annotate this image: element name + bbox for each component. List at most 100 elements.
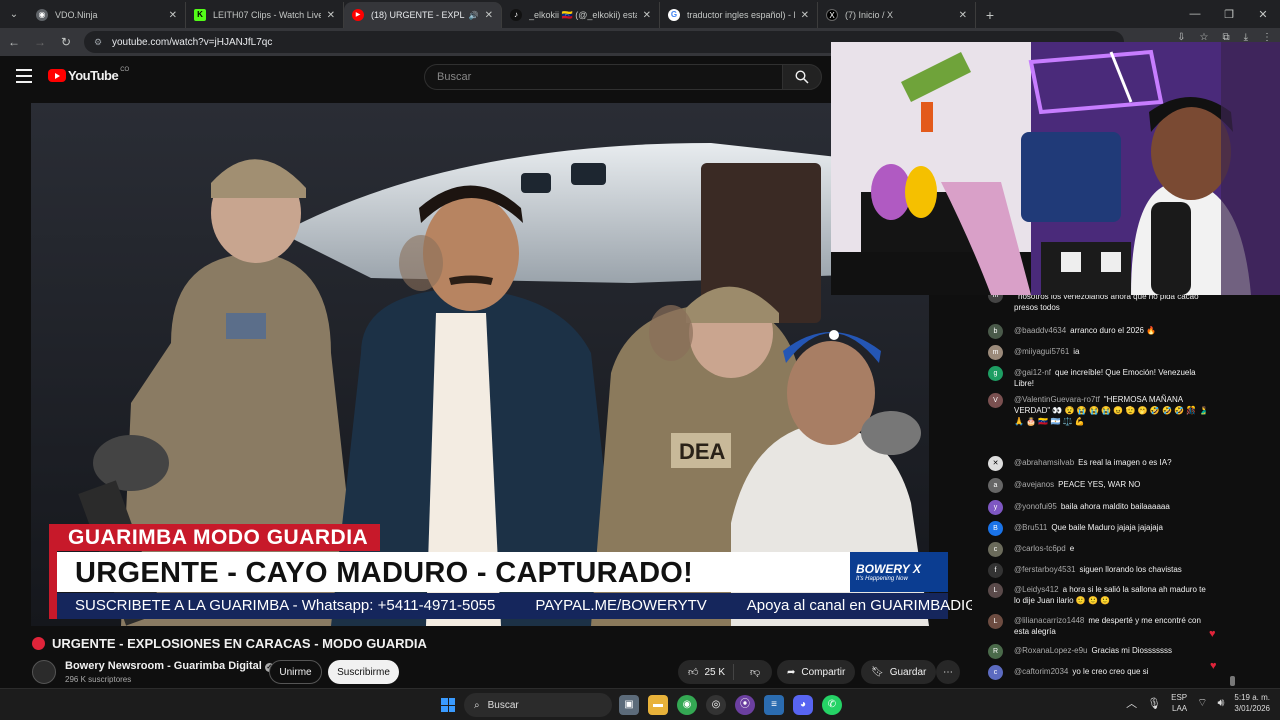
language-indicator[interactable]: ESP LAA (1171, 692, 1187, 714)
taskbar-search[interactable]: ⌕ Buscar (464, 693, 612, 717)
youtube-wordmark: YouTube (68, 68, 119, 83)
chat-username[interactable]: @Bru511 (1014, 523, 1047, 532)
chat-text: siguen llorando los chavistas (1079, 565, 1182, 574)
notes-app-icon[interactable]: ≡ (764, 695, 784, 715)
clock[interactable]: 5:19 a. m. 3/01/2026 (1234, 692, 1270, 714)
chat-avatar[interactable]: g (988, 366, 1003, 381)
chat-text: yo le creo creo que si (1072, 667, 1149, 676)
chat-message-body: nosotros los venezolanos ahora que no pi… (1014, 294, 1214, 313)
chat-username[interactable]: @abrahamsilvab (1014, 458, 1074, 467)
save-button[interactable]: 🔖︎ Guardar (861, 660, 937, 684)
forward-arrow-icon[interactable]: → (28, 30, 52, 54)
dislike-button[interactable]: 👎︎ (740, 666, 760, 678)
microphone-icon[interactable]: 🎙︎ (1147, 697, 1161, 710)
chat-avatar[interactable]: f (988, 563, 1003, 578)
back-arrow-icon[interactable]: ← (2, 30, 26, 54)
discord-icon[interactable]: ◕ (793, 695, 813, 715)
overlay-headline: URGENTE - CAYO MADURO - CAPTURADO! (57, 552, 850, 592)
join-button[interactable]: Unirme (269, 660, 322, 684)
chat-message-body: @Bru511 Que baile Maduro jajaja jajajaja (1014, 522, 1214, 533)
chat-scrollbar[interactable] (1230, 676, 1235, 686)
close-icon[interactable]: ✕ (169, 10, 177, 21)
task-view-icon[interactable]: ▣ (619, 695, 639, 715)
chat-avatar[interactable]: m (988, 345, 1003, 360)
close-icon[interactable]: ✕ (801, 10, 809, 21)
tab-label: _elkokii 🇻🇪 (@_elkokii) está (529, 9, 637, 20)
chat-avatar[interactable]: c (988, 665, 1003, 680)
channel-name[interactable]: Bowery Newsroom - Guarimba Digital✓ (65, 660, 274, 672)
tab-tiktok[interactable]: ♪ _elkokii 🇻🇪 (@_elkokii) está ✕ (502, 2, 660, 28)
close-icon[interactable]: ✕ (485, 10, 493, 21)
chat-username[interactable]: @avejanos (1014, 480, 1054, 489)
like-button[interactable]: 👍︎ 25 K (678, 664, 734, 680)
chat-username[interactable]: @Leidys412 (1014, 585, 1059, 594)
youtube-logo[interactable]: YouTube CO (48, 66, 130, 83)
site-info-icon[interactable]: ⚙ (94, 37, 106, 48)
wifi-icon[interactable]: ⌔ (1197, 696, 1207, 710)
app-icon-purple[interactable]: ⦿ (735, 695, 755, 715)
tab-youtube[interactable]: ▶ (18) URGENTE - EXPLOSIONES 🔊 ✕ (344, 2, 502, 28)
chat-username[interactable]: @lilianacarrizo1448 (1014, 616, 1084, 625)
thumbs-up-icon: 👍︎ (688, 667, 699, 678)
chat-avatar[interactable]: m (988, 294, 1003, 303)
chat-avatar[interactable]: y (988, 500, 1003, 515)
chat-username[interactable]: @miiyagui5761 (1014, 347, 1069, 356)
chat-message-body: @yonofui95 baila ahora maldito bailaaaaaa (1014, 501, 1214, 512)
chat-text: Es real la imagen o es IA? (1078, 458, 1172, 467)
tab-google[interactable]: G traductor ingles español) - Buscar ✕ (660, 2, 818, 28)
chevron-up-icon[interactable]: ︿ (1126, 695, 1137, 711)
chat-avatar[interactable]: L (988, 614, 1003, 629)
channel-avatar[interactable] (32, 660, 56, 684)
url-text: youtube.com/watch?v=jHJANJfL7qc (112, 36, 273, 48)
tab-search-button[interactable]: ⌄ (0, 0, 28, 28)
file-explorer-icon[interactable]: ▬ (648, 695, 668, 715)
close-icon[interactable]: ✕ (643, 10, 651, 21)
chat-username[interactable]: @baaddv4634 (1014, 326, 1066, 335)
chat-avatar[interactable]: ✕ (988, 456, 1003, 471)
close-window-icon[interactable]: ✕ (1246, 0, 1280, 28)
restore-icon[interactable]: ❐ (1212, 0, 1246, 28)
chat-message-body: @avejanos PEACE YES, WAR NO (1014, 479, 1214, 490)
browser-tab-strip: ⌄ ◉ VDO.Ninja ✕ K LEITH07 Clips - Watch … (0, 0, 1280, 28)
windows-start-icon[interactable] (441, 698, 455, 712)
kick-favicon-icon: K (194, 9, 206, 21)
chat-avatar[interactable]: L (988, 583, 1003, 598)
chat-username[interactable]: @caftorim2034 (1014, 667, 1068, 676)
chat-avatar[interactable]: V (988, 393, 1003, 408)
chat-username[interactable]: @gai12-nf (1014, 368, 1051, 377)
chat-avatar[interactable]: B (988, 521, 1003, 536)
share-button[interactable]: ➦ Compartir (777, 660, 856, 684)
more-actions-button[interactable]: ⋯ (936, 660, 960, 684)
close-icon[interactable]: ✕ (327, 10, 335, 21)
hamburger-menu-icon[interactable] (16, 69, 32, 83)
chrome-icon[interactable]: ◉ (677, 695, 697, 715)
chat-username[interactable]: @RoxanaLopez-e9u (1014, 646, 1088, 655)
whatsapp-icon[interactable]: ✆ (822, 695, 842, 715)
chat-username[interactable]: @yonofui95 (1014, 502, 1057, 511)
speaker-icon[interactable]: 🔊 (469, 11, 479, 20)
close-icon[interactable]: ✕ (959, 10, 967, 21)
subscribe-button[interactable]: Suscribirme (328, 660, 399, 684)
clock-date: 3/01/2026 (1234, 704, 1270, 713)
tab-x[interactable]: X (7) Inicio / X ✕ (818, 2, 976, 28)
app-icon-circle[interactable]: ◎ (706, 695, 726, 715)
chat-username[interactable]: @carlos-tc6pd (1014, 544, 1066, 553)
language-bottom: LAA (1172, 704, 1188, 713)
search-input[interactable]: Buscar (424, 64, 782, 90)
new-tab-button[interactable]: + (976, 2, 1004, 28)
minimize-icon[interactable]: — (1178, 0, 1212, 28)
chat-avatar[interactable]: c (988, 542, 1003, 557)
video-title: URGENTE - EXPLOSIONES EN CARACAS - MODO … (52, 636, 427, 651)
chat-username[interactable]: @ValentinGuevara-ro7tf (1014, 395, 1100, 404)
reload-icon[interactable]: ↻ (54, 30, 78, 54)
chat-avatar[interactable]: a (988, 478, 1003, 493)
tab-kick[interactable]: K LEITH07 Clips - Watch Live on Kick ✕ (186, 2, 344, 28)
tab-vdo-ninja[interactable]: ◉ VDO.Ninja ✕ (28, 2, 186, 28)
chat-avatar[interactable]: R (988, 644, 1003, 659)
volume-icon[interactable]: 🔊︎ (1217, 697, 1224, 710)
region-code: CO (120, 66, 130, 73)
chat-username[interactable]: @ferstarboy4531 (1014, 565, 1076, 574)
window-controls: — ❐ ✕ (1178, 0, 1280, 28)
chat-avatar[interactable]: b (988, 324, 1003, 339)
search-button[interactable] (782, 64, 822, 90)
